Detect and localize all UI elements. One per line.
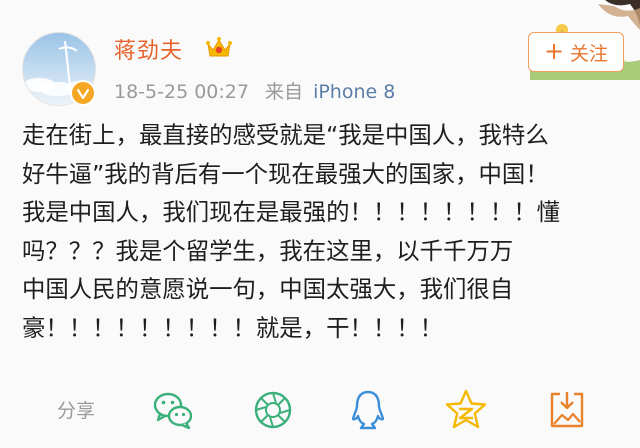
share-bar: 分享 (0, 386, 640, 434)
qq-icon[interactable] (346, 388, 390, 432)
share-label: 分享 (57, 400, 96, 422)
post-device[interactable]: iPhone 8 (313, 81, 395, 103)
follow-button[interactable]: + 关注 (528, 32, 624, 72)
source-prefix: 来自 (265, 81, 304, 103)
username[interactable]: 蒋劲夫 (114, 33, 183, 65)
post-text: 走在街上，最直接的感受就是“我是中国人，我特么 好牛逼”我的背后有一个现在最强大… (22, 121, 560, 342)
moments-icon[interactable] (251, 388, 295, 432)
vip-crown-icon[interactable] (206, 36, 232, 64)
save-image-icon[interactable] (545, 388, 589, 432)
qzone-icon[interactable] (444, 388, 488, 432)
follow-button-label: 关注 (570, 42, 609, 65)
verified-badge-icon (70, 80, 96, 106)
post-meta: 18-5-25 00:27 来自 iPhone 8 (114, 77, 395, 104)
wechat-icon[interactable] (151, 388, 195, 432)
post-timestamp: 18-5-25 00:27 (114, 81, 249, 103)
plus-icon: + (543, 37, 565, 65)
